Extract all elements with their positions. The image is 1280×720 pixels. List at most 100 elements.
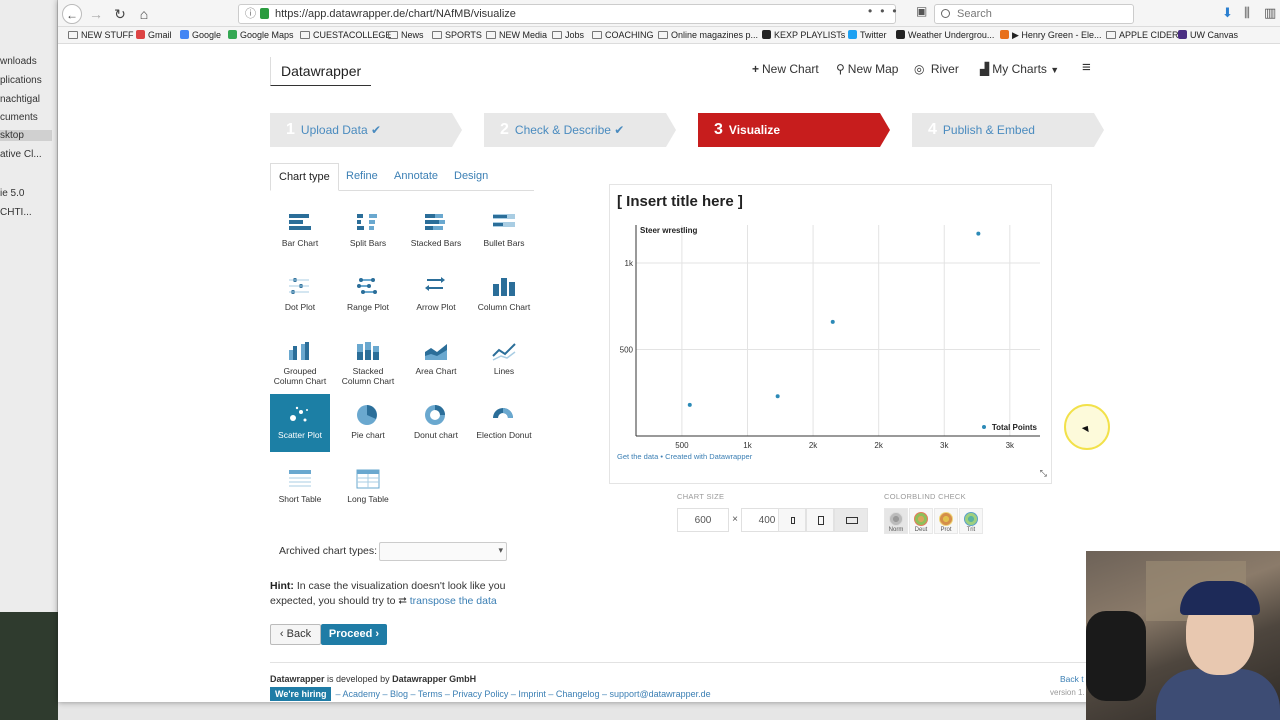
hamburger-menu-icon[interactable]: ≡ xyxy=(1082,59,1091,76)
phone-small-icon[interactable] xyxy=(778,508,806,532)
finder-item[interactable]: ative Cl... xyxy=(0,149,52,160)
chart-type-dot-plot[interactable]: Dot Plot xyxy=(270,266,330,324)
new-chart-link[interactable]: + New Chart xyxy=(752,62,819,76)
bookmark[interactable]: Online magazines p... xyxy=(658,30,758,40)
bookmark[interactable]: APPLE CIDER xyxy=(1106,30,1179,40)
chart-type-range-plot[interactable]: Range Plot xyxy=(338,266,398,324)
finder-item[interactable]: sktop xyxy=(0,130,52,141)
bookmark[interactable]: Jobs xyxy=(552,30,584,40)
bookmark[interactable]: SPORTS xyxy=(432,30,482,40)
bookmark[interactable]: KEXP PLAYLISTs xyxy=(762,30,845,40)
my-charts-menu[interactable]: ▟ My Charts ▼ xyxy=(980,62,1059,76)
google-icon xyxy=(180,30,189,39)
bookmark[interactable]: Google xyxy=(180,30,221,40)
datawrapper-logo[interactable]: Datawrapper xyxy=(270,57,372,86)
colorblind-prot-button[interactable]: Prot xyxy=(934,508,958,534)
download-icon[interactable]: ⬇ xyxy=(1222,5,1233,21)
soundcloud-icon xyxy=(1000,30,1009,39)
url-bar[interactable]: ⓘ https://app.datawrapper.de/chart/NAfMB… xyxy=(238,4,896,24)
bookmark[interactable]: Google Maps xyxy=(228,30,294,40)
search-input[interactable]: Search xyxy=(934,4,1134,24)
step-check-describe[interactable]: 2 Check & Describe ✔ xyxy=(484,113,676,147)
bullet-bars-icon xyxy=(493,214,515,227)
bookmark[interactable]: COACHING xyxy=(592,30,654,40)
folder-icon xyxy=(388,31,398,39)
home-icon[interactable]: ⌂ xyxy=(134,4,154,24)
info-icon[interactable]: ⓘ xyxy=(245,5,256,23)
chart-type-stacked-bars[interactable]: Stacked Bars xyxy=(406,202,466,260)
bookmark[interactable]: Gmail xyxy=(136,30,172,40)
library-icon[interactable]: ⫼ xyxy=(1244,5,1250,21)
hint-text: Hint: In case the visualization doesn't … xyxy=(270,580,506,607)
weather-icon xyxy=(896,30,905,39)
chart-type-short-table[interactable]: Short Table xyxy=(270,458,330,516)
back-arrow-icon[interactable]: ← xyxy=(62,4,82,24)
tab-chart-type[interactable]: Chart type xyxy=(270,163,339,191)
step-publish-embed[interactable]: 4 Publish & Embed xyxy=(912,113,1104,147)
bookmark[interactable]: News xyxy=(388,30,424,40)
chart-type-area-chart[interactable]: Area Chart xyxy=(406,330,466,388)
finder-item[interactable]: nachtigal xyxy=(0,94,52,105)
step-upload-data[interactable]: 1 Upload Data ✔ xyxy=(270,113,462,147)
chart-type-stacked-column[interactable]: Stacked Column Chart xyxy=(338,330,398,388)
chart-type-pie-chart[interactable]: Pie chart xyxy=(338,394,398,452)
bookmark[interactable]: Weather Undergrou... xyxy=(896,30,994,40)
finder-item[interactable]: wnloads xyxy=(0,56,52,67)
colorblind-normal-button[interactable]: Norm xyxy=(884,508,908,534)
footer-links[interactable]: We're hiring – Academy – Blog – Terms – P… xyxy=(270,687,711,701)
step-visualize[interactable]: 3 Visualize xyxy=(698,113,890,147)
chart-type-bar-chart[interactable]: Bar Chart xyxy=(270,202,330,260)
back-button[interactable]: ‹ Back xyxy=(270,624,321,645)
sidebar-icon[interactable]: ▥ xyxy=(1264,5,1276,21)
chart-type-lines[interactable]: Lines xyxy=(474,330,534,388)
new-map-link[interactable]: ⚲ New Map xyxy=(836,62,898,76)
bookmark[interactable]: CUESTACOLLEGE xyxy=(300,30,391,40)
visualize-tabs: Chart type Refine Annotate Design xyxy=(270,163,534,191)
tab-annotate[interactable]: Annotate xyxy=(386,163,446,191)
colorblind-deut-button[interactable]: Deut xyxy=(909,508,933,534)
chart-type-label: Grouped Column Chart xyxy=(273,366,327,386)
bookmark[interactable]: ▶ Henry Green - Ele... xyxy=(1000,30,1101,41)
range-plot-icon xyxy=(357,278,377,294)
forward-arrow-icon[interactable]: → xyxy=(86,4,106,24)
archived-label: Archived chart types: xyxy=(279,545,378,557)
tab-design[interactable]: Design xyxy=(446,163,496,191)
finder-item[interactable]: plications xyxy=(0,75,52,86)
colorblind-trit-button[interactable]: Trit xyxy=(959,508,983,534)
chart-type-split-bars[interactable]: Split Bars xyxy=(338,202,398,260)
bookmark[interactable]: NEW STUFF xyxy=(68,30,134,40)
bookmark[interactable]: Twitter xyxy=(848,30,887,40)
bookmark[interactable]: UW Canvas xyxy=(1178,30,1238,40)
chart-type-column-chart[interactable]: Column Chart xyxy=(474,266,534,324)
reload-icon[interactable]: ↻ xyxy=(110,4,130,24)
resize-handle-icon[interactable]: ⤡ xyxy=(1040,468,1047,479)
tab-refine[interactable]: Refine xyxy=(338,163,386,191)
bookmark[interactable]: NEW Media xyxy=(486,30,547,40)
finder-item[interactable]: CHTI... xyxy=(0,207,52,218)
back-to-top-link[interactable]: Back t xyxy=(1060,674,1084,684)
phone-icon[interactable] xyxy=(806,508,834,532)
chart-type-election-donut[interactable]: Election Donut xyxy=(474,394,534,452)
chart-type-label: Pie chart xyxy=(351,430,385,440)
archived-chart-types-select[interactable] xyxy=(379,542,507,561)
chart-type-scatter-plot[interactable]: Scatter Plot xyxy=(270,394,330,452)
transpose-data-link[interactable]: transpose the data xyxy=(410,595,497,607)
chart-type-bullet-bars[interactable]: Bullet Bars xyxy=(474,202,534,260)
chart-width-input[interactable]: 600 xyxy=(677,508,729,532)
desktop-icon[interactable] xyxy=(834,508,868,532)
folder-icon xyxy=(658,31,668,39)
hiring-badge[interactable]: We're hiring xyxy=(270,687,332,701)
finder-item[interactable]: cuments xyxy=(0,112,52,123)
scatter-point xyxy=(687,402,692,407)
chart-type-label: Stacked Column Chart xyxy=(341,366,395,386)
finder-item[interactable]: ie 5.0 xyxy=(0,188,52,199)
chart-type-donut-chart[interactable]: Donut chart xyxy=(406,394,466,452)
chart-type-grouped-column[interactable]: Grouped Column Chart xyxy=(270,330,330,388)
river-link[interactable]: ◎ River xyxy=(914,62,959,76)
proceed-button[interactable]: Proceed › xyxy=(321,624,387,645)
chart-size-label: CHART SIZE xyxy=(677,492,725,501)
chart-type-long-table[interactable]: Long Table xyxy=(338,458,398,516)
x-tick-label: 3k xyxy=(940,441,949,450)
chart-type-arrow-plot[interactable]: Arrow Plot xyxy=(406,266,466,324)
chart-credit[interactable]: Get the data • Created with Datawrapper xyxy=(617,452,752,461)
